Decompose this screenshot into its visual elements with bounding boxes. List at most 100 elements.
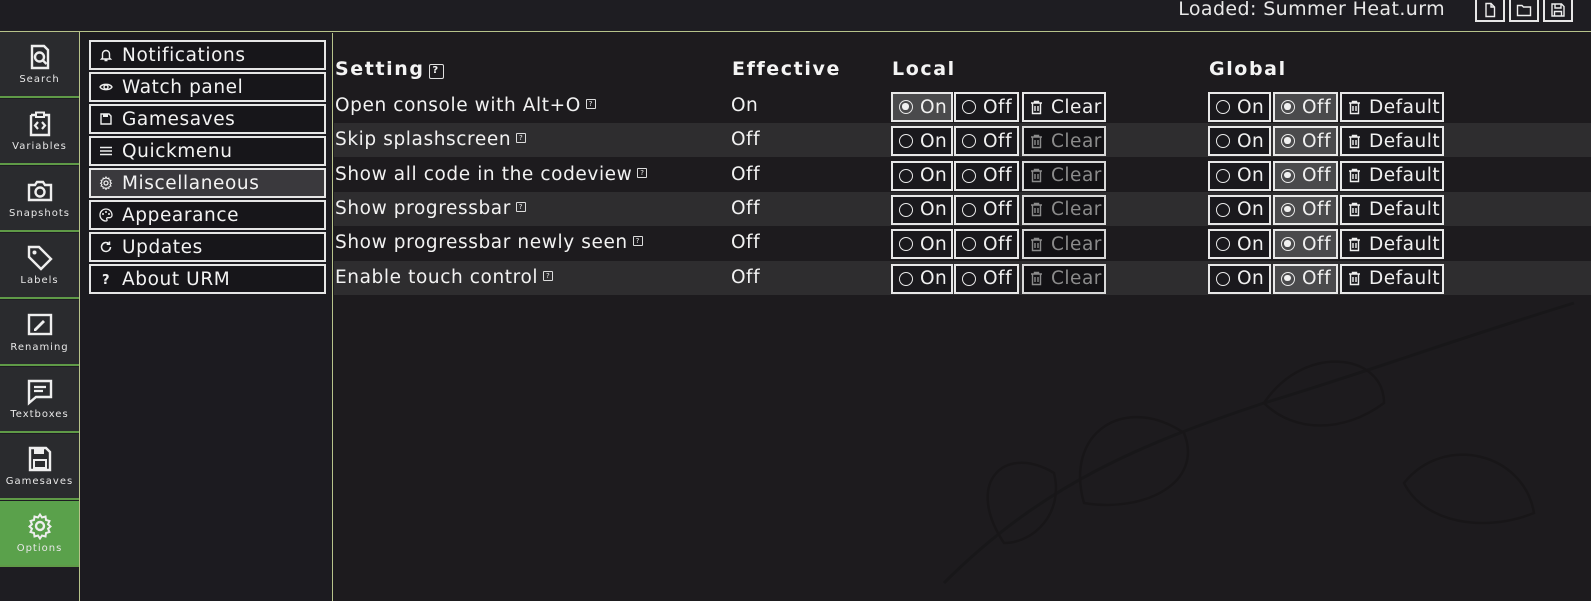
trash-icon [1349, 168, 1360, 183]
sidebar-item-variables[interactable]: Variables [0, 99, 79, 165]
global-on-option[interactable]: On [1208, 229, 1271, 260]
option-label: Off [983, 199, 1013, 221]
trash-icon [1031, 203, 1042, 217]
global-off-option[interactable]: Off [1273, 229, 1338, 260]
column-header-global: Global [1209, 58, 1287, 80]
global-off-option[interactable]: Off [1273, 92, 1338, 122]
table-row: Open console with Alt+O? On On Off Clear On Of… [334, 89, 1591, 123]
trash-icon [1031, 168, 1042, 183]
new-file-button[interactable] [1475, 0, 1505, 22]
sidebar-item-textboxes[interactable]: Textboxes [0, 367, 79, 433]
settings-panel: Setting? Effective Local Global Open con… [334, 33, 1591, 601]
help-icon[interactable]: ? [585, 99, 596, 109]
local-on-option[interactable]: On [891, 194, 953, 225]
local-off-option[interactable]: Off [954, 229, 1019, 260]
global-on-option[interactable]: On [1208, 92, 1271, 122]
menu-item-about[interactable]: ? About URM [89, 264, 326, 294]
global-on-option[interactable]: On [1208, 160, 1271, 191]
option-label: Default [1369, 268, 1441, 289]
sidebar-item-snapshots[interactable]: Snapshots [0, 166, 79, 232]
menu-item-updates[interactable]: Updates [89, 232, 326, 262]
help-icon[interactable]: ? [637, 167, 648, 178]
menu-item-gamesaves[interactable]: Gamesaves [89, 104, 326, 134]
local-clear-button[interactable]: Clear [1022, 126, 1106, 157]
radio-icon [1281, 271, 1295, 286]
radio-icon [899, 100, 913, 114]
open-folder-icon [1516, 4, 1532, 17]
global-off-option[interactable]: Off [1273, 160, 1338, 191]
menu-item-quickmenu[interactable]: Quickmenu [89, 136, 326, 166]
help-icon[interactable]: ? [543, 270, 554, 281]
local-clear-button[interactable]: Clear [1022, 194, 1106, 225]
trash-icon [1031, 134, 1042, 148]
local-off-option[interactable]: Off [954, 263, 1019, 294]
local-off-option[interactable]: Off [954, 194, 1019, 225]
setting-name: Enable touch control? [335, 267, 554, 288]
help-icon[interactable]: ? [632, 236, 643, 247]
table-row: Show all code in the codeview? Off On Off Cl… [334, 158, 1591, 192]
local-off-option[interactable]: Off [954, 126, 1019, 157]
radio-icon [1216, 168, 1230, 183]
bell-icon [99, 49, 113, 62]
help-icon[interactable]: ? [515, 201, 526, 212]
help-icon[interactable]: ? [428, 64, 444, 79]
global-default-button[interactable]: Default [1340, 263, 1444, 294]
trash-icon [1349, 203, 1360, 217]
setting-name: Open console with Alt+O? [335, 95, 596, 116]
sidebar-item-labels[interactable]: Labels [0, 233, 79, 299]
local-off-option[interactable]: Off [954, 160, 1019, 191]
floppy-icon [28, 446, 51, 472]
radio-icon [1216, 202, 1230, 217]
global-on-option[interactable]: On [1208, 126, 1271, 157]
effective-value: Off [731, 197, 761, 219]
menu-item-label: Notifications [122, 44, 246, 66]
option-label: Off [1302, 268, 1332, 289]
save-file-button[interactable] [1543, 0, 1573, 22]
table-row: Show progressbar? Off On Off Clear On Off Defau… [334, 191, 1591, 226]
local-clear-button[interactable]: Clear [1022, 92, 1106, 122]
global-on-option[interactable]: On [1208, 194, 1271, 225]
menu-item-label: Gamesaves [122, 108, 236, 130]
local-on-option[interactable]: On [891, 126, 953, 157]
sidebar-label: Variables [12, 141, 67, 152]
radio-icon [899, 237, 913, 252]
global-on-option[interactable]: On [1208, 263, 1271, 294]
global-default-button[interactable]: Default [1340, 160, 1444, 191]
option-label: Off [1302, 199, 1332, 221]
help-icon[interactable]: ? [516, 133, 527, 144]
option-label: Default [1369, 233, 1441, 255]
setting-name-text: Show progressbar [335, 197, 511, 219]
global-default-button[interactable]: Default [1340, 229, 1444, 260]
global-default-button[interactable]: Default [1340, 92, 1444, 122]
menu-item-notifications[interactable]: Notifications [89, 40, 326, 70]
sidebar-item-gamesaves[interactable]: Gamesaves [0, 434, 79, 500]
global-off-option[interactable]: Off [1273, 126, 1338, 157]
trash-icon [1349, 134, 1360, 148]
open-folder-button[interactable] [1509, 0, 1539, 22]
local-clear-button[interactable]: Clear [1022, 160, 1106, 191]
global-default-button[interactable]: Default [1340, 194, 1444, 225]
menu-item-appearance[interactable]: Appearance [89, 200, 326, 230]
menu-item-watch-panel[interactable]: Watch panel [89, 72, 326, 102]
local-on-option[interactable]: On [891, 263, 953, 294]
effective-value: Off [731, 163, 761, 185]
sidebar-item-renaming[interactable]: Renaming [0, 300, 79, 366]
option-label: Off [983, 165, 1013, 187]
sidebar-item-search[interactable]: Search [0, 32, 79, 98]
radio-icon [1281, 237, 1295, 252]
radio-icon [899, 271, 913, 286]
sidebar-item-options[interactable]: Options [0, 501, 79, 567]
global-off-option[interactable]: Off [1273, 263, 1338, 294]
column-header-setting-text: Setting [335, 58, 425, 80]
local-on-option[interactable]: On [891, 229, 953, 260]
local-on-option[interactable]: On [891, 160, 953, 191]
local-clear-button[interactable]: Clear [1022, 263, 1106, 294]
global-default-button[interactable]: Default [1340, 126, 1444, 157]
gear-icon [27, 512, 52, 540]
local-off-option[interactable]: Off [954, 92, 1019, 122]
local-on-option[interactable]: On [891, 92, 953, 122]
global-off-option[interactable]: Off [1273, 194, 1338, 225]
menu-item-miscellaneous[interactable]: Miscellaneous [89, 168, 326, 198]
option-label: On [920, 233, 948, 255]
local-clear-button[interactable]: Clear [1022, 229, 1106, 260]
